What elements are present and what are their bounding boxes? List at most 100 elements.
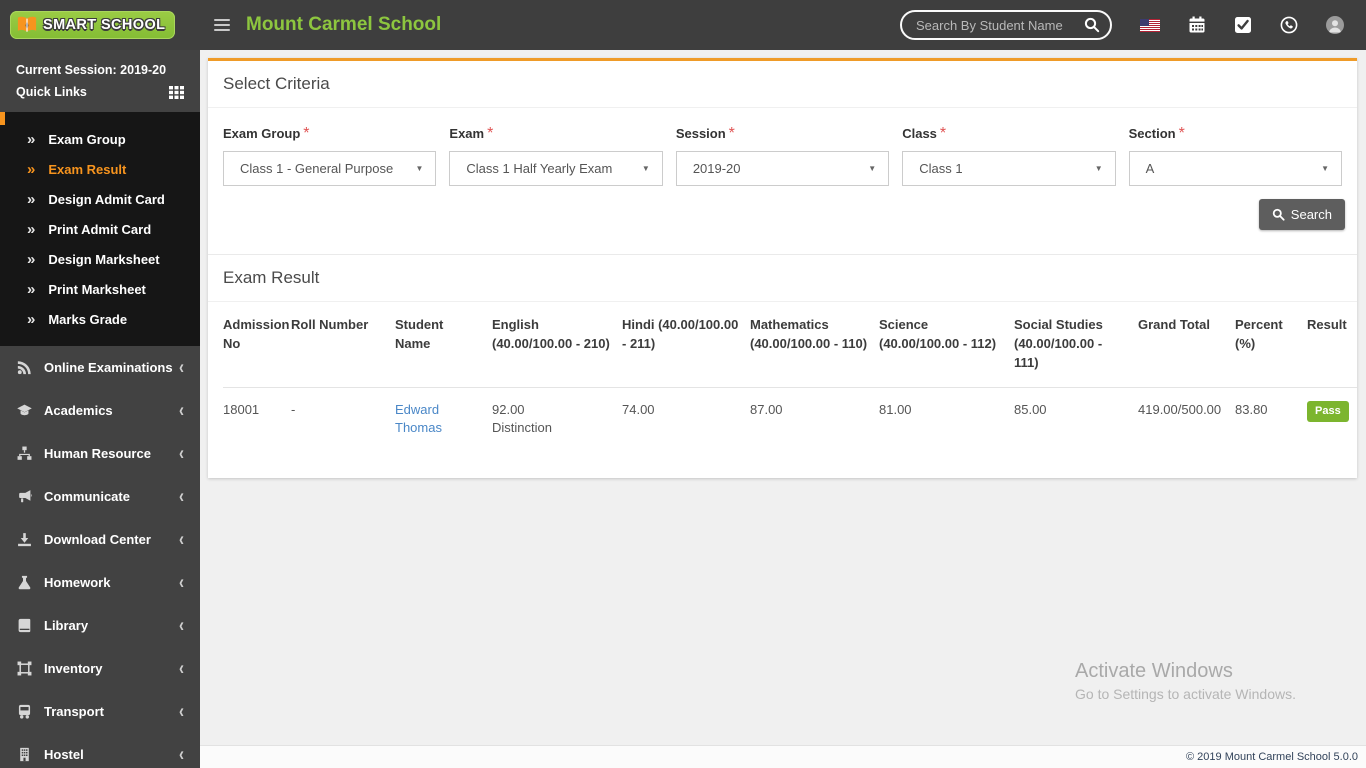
cell-admission-no: 18001 — [223, 401, 260, 417]
language-flag-icon[interactable] — [1140, 18, 1160, 32]
sidebar-item-label: Exam Result — [48, 161, 127, 177]
sidebar-item-print-admit-card[interactable]: » Print Admit Card — [0, 214, 200, 244]
chevron-left-icon: ‹ — [179, 528, 184, 551]
sidebar-item-online-examinations[interactable]: Online Examinations ‹ — [0, 346, 200, 389]
cell-science: 81.00 — [879, 401, 912, 417]
chevron-left-icon: ‹ — [179, 614, 184, 637]
top-bar: SMART SCHOOL Mount Carmel School — [0, 0, 1366, 50]
sidebar-item-label: Library — [44, 618, 89, 633]
examinations-submenu: » Exam Group » Exam Result » Design Admit C… — [0, 112, 200, 346]
sidebar-item-hostel[interactable]: Hostel ‹ — [0, 733, 200, 768]
student-search-box — [900, 10, 1112, 40]
sidebar-item-label: Transport — [44, 704, 104, 719]
student-name-link[interactable]: Edward Thomas — [395, 402, 442, 436]
field-label: Class — [902, 126, 937, 141]
double-chevron-icon: » — [27, 250, 36, 268]
select-value: 2019-20 — [692, 161, 741, 176]
calendar-icon[interactable] — [1188, 16, 1206, 34]
table-header-row: Admission No Roll Number Student Name En… — [223, 302, 1357, 388]
sidebar-item-label: Academics — [44, 403, 113, 418]
col-science: Science (40.00/100.00 - 112) — [879, 302, 1014, 388]
cell-student-name: Edward Thomas — [395, 387, 492, 478]
sidebar-item-homework[interactable]: Homework ‹ — [0, 561, 200, 604]
smart-school-logo: SMART SCHOOL — [10, 11, 176, 39]
bus-icon — [18, 704, 31, 719]
session-block: Current Session: 2019-20 Quick Links — [0, 50, 200, 112]
class-select[interactable]: Class 1 ▼ — [902, 151, 1116, 186]
chevron-left-icon: ‹ — [179, 485, 184, 508]
sidebar-item-design-admit-card[interactable]: » Design Admit Card — [0, 184, 200, 214]
hamburger-menu-icon[interactable] — [214, 19, 230, 31]
sidebar-item-marks-grade[interactable]: » Marks Grade — [0, 304, 200, 334]
sidebar-item-label: Design Admit Card — [48, 191, 165, 207]
field-label: Session — [675, 126, 726, 141]
sidebar-item-communicate[interactable]: Communicate ‹ — [0, 475, 200, 518]
sidebar-item-human-resource[interactable]: Human Resource ‹ — [0, 432, 200, 475]
field-label: Exam Group — [223, 126, 301, 141]
sidebar-item-label: Inventory — [44, 661, 103, 676]
quick-links-label: Quick Links — [16, 85, 87, 99]
double-chevron-icon: » — [27, 190, 36, 208]
rss-icon — [17, 361, 31, 375]
exam-field: Exam * Class 1 Half Yearly Exam ▼ — [449, 125, 663, 186]
search-button-label: Search — [1290, 207, 1332, 222]
cell-grand-total: 419.00/500.00 — [1138, 401, 1222, 417]
sidebar-item-design-marksheet[interactable]: » Design Marksheet — [0, 244, 200, 274]
double-chevron-icon: » — [27, 160, 36, 178]
session-select[interactable]: 2019-20 ▼ — [675, 151, 890, 186]
sidebar-item-label: Online Examinations — [44, 360, 173, 375]
building-icon — [20, 747, 29, 762]
sidebar-item-label: Communicate — [44, 489, 130, 504]
col-social-studies: Social Studies (40.00/100.00 - 111) — [1014, 302, 1138, 388]
box-icon — [17, 661, 32, 676]
required-asterisk: * — [728, 125, 735, 142]
chevron-left-icon: ‹ — [179, 743, 184, 766]
quick-links-grid-icon[interactable] — [169, 85, 184, 99]
bullhorn-icon — [19, 490, 32, 503]
sidebar-item-academics[interactable]: Academics ‹ — [0, 389, 200, 432]
sidebar-item-exam-group[interactable]: » Exam Group — [0, 124, 200, 154]
double-chevron-icon: » — [27, 220, 36, 238]
user-avatar[interactable] — [1326, 16, 1344, 34]
search-button[interactable]: Search — [1258, 199, 1345, 230]
sidebar-item-library[interactable]: Library ‹ — [0, 604, 200, 647]
sidebar-item-label: Hostel — [44, 747, 84, 762]
sidebar-item-print-marksheet[interactable]: » Print Marksheet — [0, 274, 200, 304]
exam-group-field: Exam Group * Class 1 - General Purpose ▼ — [223, 125, 437, 186]
graduation-cap-icon — [17, 404, 32, 416]
activate-windows-watermark: Activate Windows Go to Settings to activ… — [1075, 660, 1296, 702]
exam-result-table: Admission No Roll Number Student Name En… — [223, 302, 1357, 478]
search-input[interactable] — [916, 17, 1084, 33]
col-hindi: Hindi (40.00/100.00 - 211) — [622, 302, 750, 388]
sidebar-item-label: Exam Group — [48, 131, 126, 147]
exam-group-select[interactable]: Class 1 - General Purpose ▼ — [223, 151, 437, 186]
search-icon[interactable] — [1084, 17, 1100, 33]
watermark-line2: Go to Settings to activate Windows. — [1075, 686, 1296, 702]
dropdown-arrow-icon: ▼ — [868, 164, 877, 173]
sidebar-item-exam-result[interactable]: » Exam Result — [0, 154, 200, 184]
col-student-name: Student Name — [395, 302, 492, 388]
cell-mathematics: 87.00 — [750, 401, 783, 417]
dropdown-arrow-icon: ▼ — [641, 164, 650, 173]
chevron-left-icon: ‹ — [179, 657, 184, 680]
sidebar-item-label: Download Center — [44, 532, 151, 547]
task-check-icon[interactable] — [1234, 16, 1252, 34]
select-value: Class 1 — [919, 161, 963, 176]
exam-select[interactable]: Class 1 Half Yearly Exam ▼ — [449, 151, 663, 186]
whatsapp-chat-icon[interactable] — [1280, 16, 1298, 34]
sidebar-item-transport[interactable]: Transport ‹ — [0, 690, 200, 733]
book-icon — [18, 618, 31, 633]
footer: © 2019 Mount Carmel School 5.0.0 — [200, 745, 1366, 768]
sidebar-item-label: Design Marksheet — [48, 251, 160, 267]
double-chevron-icon: » — [27, 280, 36, 298]
sidebar-item-inventory[interactable]: Inventory ‹ — [0, 647, 200, 690]
logo-area[interactable]: SMART SCHOOL — [0, 0, 200, 50]
section-select[interactable]: A ▼ — [1128, 151, 1343, 186]
chevron-left-icon: ‹ — [179, 356, 184, 379]
sidebar-item-download-center[interactable]: Download Center ‹ — [0, 518, 200, 561]
col-mathematics: Mathematics (40.00/100.00 - 110) — [750, 302, 879, 388]
session-field: Session * 2019-20 ▼ — [675, 125, 890, 186]
download-icon — [18, 533, 31, 547]
flask-icon — [18, 575, 31, 590]
dropdown-arrow-icon: ▼ — [415, 164, 424, 173]
